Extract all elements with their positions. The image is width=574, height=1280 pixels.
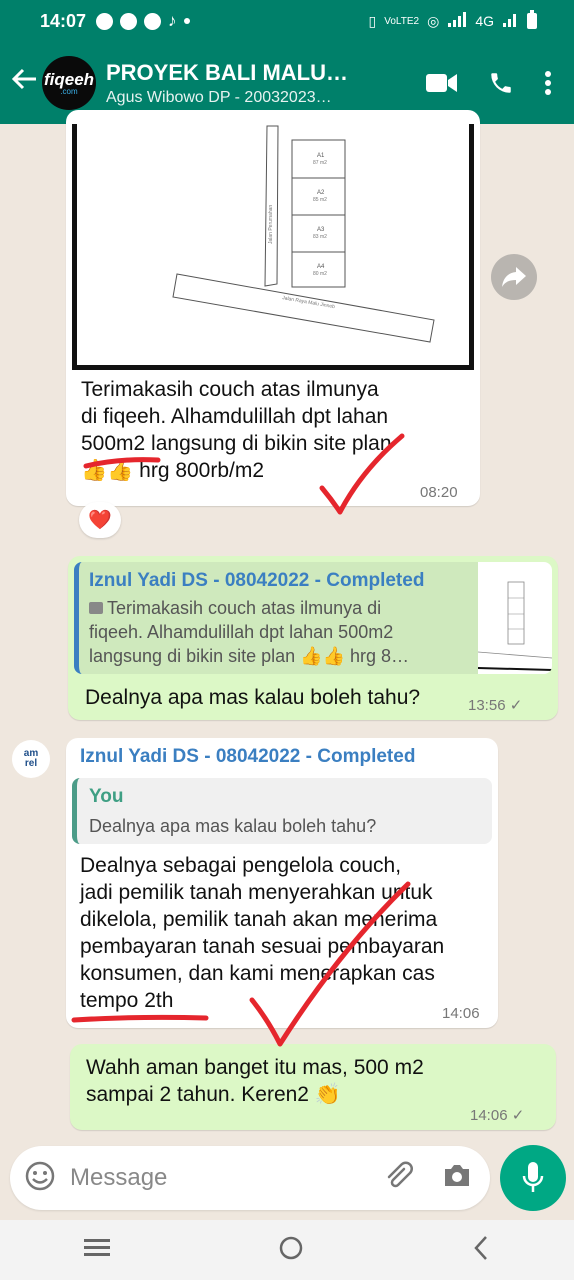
group-avatar[interactable]: fiqeeh .com [42, 56, 96, 110]
plot-a4-label: A4 [317, 264, 325, 270]
message-composer[interactable] [10, 1146, 490, 1210]
message-line: sampai 2 tahun. Keren2 [86, 1083, 309, 1106]
chat-title: PROYEK BALI MALU… [106, 59, 348, 85]
voice-call-icon[interactable] [488, 70, 514, 96]
microphone-icon [522, 1162, 544, 1192]
outgoing-reply-message[interactable]: Iznul Yadi DS - 08042022 - Completed Ter… [68, 556, 558, 720]
message-line: pembayaran tanah sesuai pembayaran [80, 935, 445, 958]
camera-icon[interactable] [442, 1163, 472, 1194]
more-options-icon[interactable] [544, 70, 552, 96]
thumbs-up-emoji: 👍👍 [81, 459, 134, 482]
quoted-text-line: fiqeeh. Alhamdulillah dpt lahan 500m2 [89, 622, 394, 642]
forward-button[interactable] [491, 254, 537, 300]
home-icon[interactable] [278, 1235, 304, 1266]
battery-icon [526, 9, 538, 33]
system-back-icon[interactable] [472, 1235, 490, 1266]
message-line: hrg 800rb/m2 [139, 459, 265, 482]
back-arrow-icon[interactable] [0, 65, 42, 101]
plot-a4-area: 80 m2 [313, 271, 327, 277]
recent-apps-icon[interactable] [84, 1238, 110, 1263]
plot-a3-area: 83 m2 [313, 234, 327, 240]
plot-a1-label: A1 [317, 153, 325, 159]
incoming-reply-message[interactable]: Iznul Yadi DS - 08042022 - Completed You… [66, 738, 498, 1028]
chat-notification-icon [96, 12, 114, 30]
message-line: 500m2 langsung di bikin site plan [81, 432, 392, 455]
avatar-logo-text: fiqeeh [43, 69, 95, 89]
message-timestamp: 13:56 ✓ [468, 697, 523, 714]
quoted-text: Dealnya apa mas kalau boleh tahu? [89, 816, 377, 836]
avatar-logo-subtext: .com [60, 86, 78, 96]
plot-a2-label: A2 [317, 190, 325, 196]
status-bar: 14:07 ♪ ▯ VoLTE2 ◎ 4G [0, 0, 574, 42]
quoted-text-line: Terimakasih couch atas ilmunya di [107, 598, 382, 618]
outgoing-message[interactable]: Wahh aman banget itu mas, 500 m2 sampai … [70, 1044, 556, 1130]
message-sender: Iznul Yadi DS - 08042022 - Completed [80, 746, 416, 767]
siteplan-image[interactable]: A1 87 m2 A2 85 m2 A3 83 m2 A4 80 m2 Jala… [72, 124, 474, 370]
plot-a3-label: A3 [317, 227, 325, 233]
signal-icon [447, 11, 467, 31]
message-line: Terimakasih couch atas ilmunya [81, 378, 379, 401]
sender-avatar[interactable]: am rel [12, 740, 50, 778]
video-call-icon[interactable] [426, 72, 458, 94]
quoted-text-line: langsung di bikin site plan 👍👍 hrg 8… [89, 646, 409, 666]
message-line: Dealnya sebagai pengelola couch, [80, 854, 402, 877]
voice-message-button[interactable] [500, 1145, 566, 1211]
message-line: dikelola, pemilik tanah akan menerima [80, 908, 438, 931]
chat-subtitle: Agus Wibowo DP - 20032023… [106, 88, 332, 106]
quoted-image-thumbnail [477, 562, 552, 674]
speedometer-notification-icon [144, 12, 162, 30]
hotspot-icon: ◎ [427, 12, 440, 29]
incoming-image-message[interactable]: A1 87 m2 A2 85 m2 A3 83 m2 A4 80 m2 Jala… [66, 110, 480, 506]
system-navigation-bar [0, 1220, 574, 1280]
clapping-hands-emoji: 👏 [314, 1083, 341, 1106]
signal-icon-2 [502, 12, 518, 31]
sender-avatar-text: am rel [23, 748, 39, 769]
emoji-icon[interactable] [24, 1160, 56, 1197]
plot-a2-area: 85 m2 [313, 197, 327, 203]
image-icon [89, 602, 103, 614]
message-input[interactable] [70, 1164, 384, 1192]
quoted-message[interactable]: Iznul Yadi DS - 08042022 - Completed Ter… [74, 562, 552, 674]
volte-label: VoLTE2 [384, 15, 420, 27]
message-timestamp: 08:20 [420, 484, 458, 501]
quoted-sender: Iznul Yadi DS - 08042022 - Completed [89, 570, 425, 591]
road-vertical-label: Jalan Perumahan [268, 205, 274, 244]
message-line: jadi pemilik tanah menyerahkan untuk [80, 881, 433, 904]
quoted-message[interactable]: You Dealnya apa mas kalau boleh tahu? [72, 778, 492, 844]
chat-title-block[interactable]: PROYEK BALI MALU… Agus Wibowo DP - 20032… [106, 60, 400, 107]
tiktok-notification-icon: ♪ [168, 11, 177, 30]
quoted-sender: You [89, 786, 124, 807]
network-type-label: 4G [475, 13, 494, 29]
vibrate-icon: ▯ [368, 12, 377, 29]
siteplan-drawing: A1 87 m2 A2 85 m2 A3 83 m2 A4 80 m2 Jala… [172, 125, 435, 343]
email-notification-icon [120, 12, 138, 30]
message-timestamp: 14:06 ✓ [470, 1107, 525, 1124]
message-line: konsumen, dan kami menerapkan cas [80, 962, 435, 985]
heart-reaction-emoji: ❤️ [88, 510, 112, 531]
attach-icon[interactable] [384, 1161, 414, 1196]
message-text: Dealnya apa mas kalau boleh tahu? [85, 686, 421, 709]
message-line: tempo 2th [80, 989, 174, 1012]
status-time: 14:07 [40, 10, 87, 31]
heart-reaction[interactable]: ❤️ [79, 502, 121, 538]
message-line: Wahh aman banget itu mas, 500 m2 [86, 1056, 424, 1079]
message-timestamp: 14:06 [442, 1005, 480, 1022]
message-line: di fiqeeh. Alhamdulillah dpt lahan [81, 405, 389, 428]
plot-a1-area: 87 m2 [313, 160, 327, 166]
more-notifications-icon [183, 18, 190, 24]
